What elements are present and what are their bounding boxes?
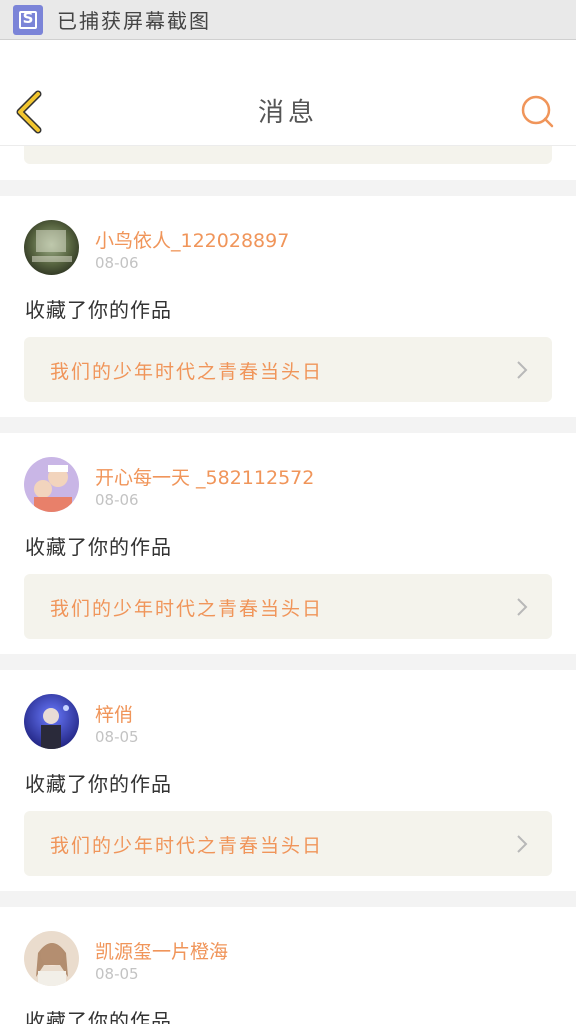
avatar[interactable] (24, 457, 79, 512)
work-link[interactable]: 我们的少年时代之青春当头日 (24, 574, 552, 639)
toast-text: 已捕获屏幕截图 (57, 9, 211, 33)
message-card: 开心每一天 _582112572 08-06 收藏了你的作品 我们的少年时代之青… (0, 433, 576, 654)
chevron-right-icon (517, 598, 528, 616)
message-date: 08-05 (95, 965, 139, 983)
user-name[interactable]: 开心每一天 _582112572 (95, 463, 314, 490)
message-action: 收藏了你的作品 (25, 298, 172, 322)
message-card: 梓俏 08-05 收藏了你的作品 我们的少年时代之青春当头日 (0, 670, 576, 891)
message-date: 08-05 (95, 728, 139, 746)
app-header: 消息 (0, 40, 576, 146)
work-link[interactable]: 我们的少年时代之青春当头日 (24, 811, 552, 876)
messages-page: S 已捕获屏幕截图 消息 小鸟依人_122028897 08-06 收藏了你的作… (0, 0, 576, 1024)
search-icon[interactable] (520, 94, 554, 128)
user-name[interactable]: 梓俏 (95, 700, 133, 727)
message-date: 08-06 (95, 491, 139, 509)
message-card-partial (0, 146, 576, 180)
message-card: 小鸟依人_122028897 08-06 收藏了你的作品 我们的少年时代之青春当… (0, 196, 576, 417)
avatar[interactable] (24, 694, 79, 749)
message-action: 收藏了你的作品 (25, 535, 172, 559)
message-action: 收藏了你的作品 (25, 1009, 172, 1024)
avatar[interactable] (24, 220, 79, 275)
message-card: 凯源玺一片橙海 08-05 收藏了你的作品 (0, 907, 576, 1024)
message-date: 08-06 (95, 254, 139, 272)
avatar[interactable] (24, 931, 79, 986)
user-name[interactable]: 凯源玺一片橙海 (95, 937, 228, 964)
message-action: 收藏了你的作品 (25, 772, 172, 796)
screenshot-icon: S (13, 4, 43, 35)
chevron-right-icon (517, 835, 528, 853)
chevron-right-icon (517, 361, 528, 379)
work-title: 我们的少年时代之青春当头日 (50, 835, 324, 857)
work-link-partial[interactable] (24, 146, 552, 164)
work-link[interactable]: 我们的少年时代之青春当头日 (24, 337, 552, 402)
message-list: 小鸟依人_122028897 08-06 收藏了你的作品 我们的少年时代之青春当… (0, 146, 576, 1024)
work-title: 我们的少年时代之青春当头日 (50, 598, 324, 620)
page-title: 消息 (257, 98, 318, 128)
screenshot-toast: S 已捕获屏幕截图 (0, 0, 576, 40)
user-name[interactable]: 小鸟依人_122028897 (95, 226, 289, 253)
work-title: 我们的少年时代之青春当头日 (50, 361, 324, 383)
